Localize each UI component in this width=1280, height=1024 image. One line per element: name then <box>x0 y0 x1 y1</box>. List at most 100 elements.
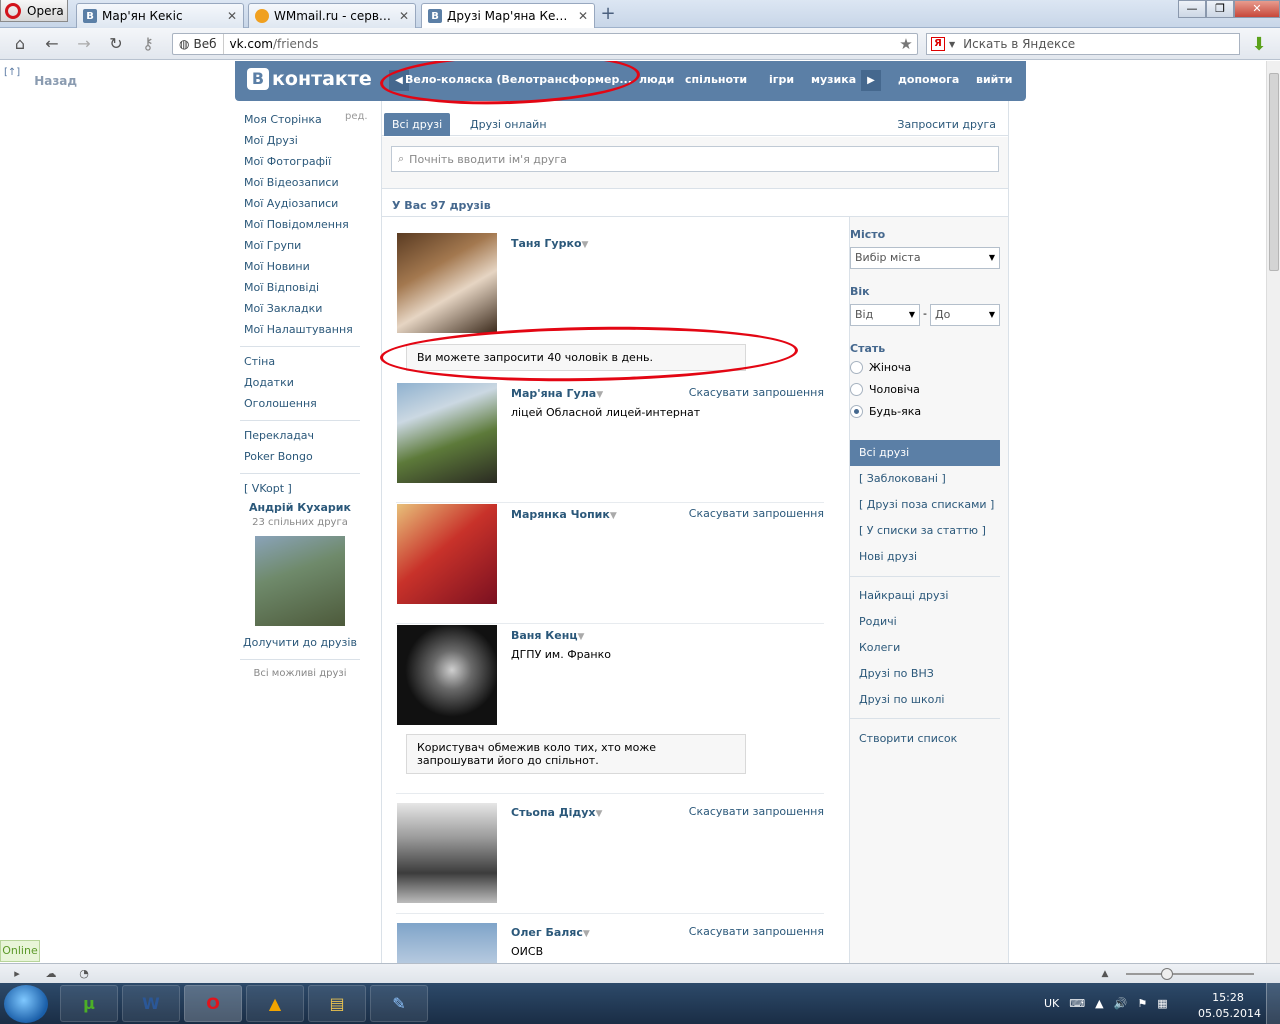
home-icon[interactable]: ⌂ <box>10 35 30 53</box>
friend-photo[interactable] <box>397 923 497 963</box>
opera-taskbar-icon[interactable]: O <box>184 985 242 1022</box>
menu-my-videos[interactable]: Мої Відеозаписи <box>244 172 374 193</box>
zoom-slider-knob[interactable] <box>1161 968 1173 980</box>
page-scrollbar[interactable] <box>1266 61 1280 963</box>
nav-communities[interactable]: спільноти <box>685 73 747 86</box>
back-link[interactable]: [↑] Назад <box>4 67 77 88</box>
all-suggestions-link[interactable]: Всі можливі друзі <box>240 659 360 679</box>
action-center-icon[interactable]: ⚑ <box>1137 997 1147 1010</box>
sex-male-radio[interactable]: Чоловіча <box>850 383 920 396</box>
menu-wall[interactable]: Стіна <box>244 351 374 372</box>
panel-toggle-icon[interactable]: ▸ <box>10 967 24 981</box>
dropdown-icon[interactable]: ▼ <box>578 632 585 642</box>
list-best-friends[interactable]: Найкращі друзі <box>850 583 1000 609</box>
tab-friends[interactable]: В Друзі Мар'яна Кекіса |... ✕ <box>421 3 595 28</box>
back-label[interactable]: Назад <box>34 74 77 88</box>
reload-icon[interactable]: ↻ <box>106 35 126 53</box>
menu-my-friends[interactable]: Мої Друзі <box>244 130 374 151</box>
tab-friends-online[interactable]: Друзі онлайн <box>462 113 555 136</box>
close-tab-icon[interactable]: ✕ <box>227 9 237 23</box>
cancel-invite-link[interactable]: Скасувати запрошення <box>689 805 824 818</box>
menu-my-settings[interactable]: Мої Налаштування <box>244 319 374 340</box>
age-from-select[interactable]: Від ▼ <box>850 304 920 326</box>
aimp-taskbar-icon[interactable]: ▲ <box>246 985 304 1022</box>
turbo-icon[interactable]: ◔ <box>77 967 91 981</box>
dropdown-icon[interactable]: ▼ <box>582 240 589 250</box>
friend-photo[interactable] <box>397 504 497 604</box>
close-tab-icon[interactable]: ✕ <box>399 9 409 23</box>
paint-taskbar-icon[interactable]: ✎ <box>370 985 428 1022</box>
nav-music[interactable]: музика <box>811 73 856 86</box>
friend-name-text[interactable]: Ваня Кенц <box>511 629 578 642</box>
cancel-invite-link[interactable]: Скасувати запрошення <box>689 386 824 399</box>
friend-name[interactable]: Мар'яна Гула▼ <box>511 387 603 400</box>
friend-name-text[interactable]: Таня Гурко <box>511 237 582 250</box>
nav-more-arrow-icon[interactable]: ▶ <box>861 70 881 91</box>
search-field[interactable]: Я ▼ Искать в Яндексе <box>926 33 1240 55</box>
show-desktop-button[interactable] <box>1266 983 1280 1024</box>
close-tab-icon[interactable]: ✕ <box>578 9 588 23</box>
list-by-sex[interactable]: [ У списки за статтю ] <box>850 518 1000 544</box>
list-blocked[interactable]: [ Заблоковані ] <box>850 466 1000 492</box>
friend-name-text[interactable]: Марянка Чопик <box>511 508 610 521</box>
city-select[interactable]: Вибір міста ▼ <box>850 247 1000 269</box>
key-icon[interactable]: ⚷ <box>138 35 158 53</box>
explorer-taskbar-icon[interactable]: ▤ <box>308 985 366 1022</box>
nav-logout[interactable]: вийти <box>976 73 1012 86</box>
friend-name-text[interactable]: Мар'яна Гула <box>511 387 596 400</box>
menu-ads[interactable]: Оголошення <box>244 393 374 414</box>
sex-female-radio[interactable]: Жіноча <box>850 361 911 374</box>
friend-search-input[interactable]: ⌕ Почніть вводити ім'я друга <box>391 146 999 172</box>
tab-marian-kekis[interactable]: В Мар'ян Кекіс ✕ <box>76 3 244 28</box>
tray-arrow-icon[interactable]: ▲ <box>1095 997 1103 1010</box>
maximize-icon[interactable]: ❐ <box>1206 0 1234 18</box>
nav-people[interactable]: люди <box>639 73 674 86</box>
menu-my-bookmarks[interactable]: Мої Закладки <box>244 298 374 319</box>
invite-friend-link[interactable]: Запросити друга <box>897 118 996 131</box>
list-all-friends[interactable]: Всі друзі <box>850 440 1000 466</box>
bookmark-star-icon[interactable]: ★ <box>895 35 917 53</box>
zoom-slider[interactable] <box>1126 973 1254 975</box>
friend-name-text[interactable]: Стьопа Дідух <box>511 806 596 819</box>
vk-logo[interactable]: В контакте <box>247 68 372 90</box>
menu-my-news[interactable]: Мої Новини <box>244 256 374 277</box>
nav-help[interactable]: допомога <box>898 73 959 86</box>
clock[interactable]: 15:28 05.05.2014 <box>1198 991 1261 1021</box>
suggested-friend-name[interactable]: Андрій Кухарик <box>240 501 360 514</box>
cancel-invite-link[interactable]: Скасувати запрошення <box>689 507 824 520</box>
site-info-badge[interactable]: ◍ Веб <box>173 34 224 54</box>
keyboard-icon[interactable]: ⌨ <box>1069 997 1085 1010</box>
menu-my-audio[interactable]: Мої Аудіозаписи <box>244 193 374 214</box>
network-icon[interactable]: ▦ <box>1157 997 1167 1010</box>
dropdown-icon[interactable]: ▼ <box>583 929 590 939</box>
nav-games[interactable]: ігри <box>769 73 794 86</box>
friend-name[interactable]: Олег Баляс▼ <box>511 926 590 939</box>
list-school-friends[interactable]: Друзі по школі <box>850 687 1000 713</box>
scrollbar-thumb[interactable] <box>1269 73 1279 271</box>
opera-menu-button[interactable]: Opera <box>0 0 68 22</box>
cancel-invite-link[interactable]: Скасувати запрошення <box>689 925 824 938</box>
create-list-link[interactable]: Створити список <box>850 726 1000 752</box>
menu-my-page[interactable]: Моя Сторінка <box>244 109 374 130</box>
minimize-icon[interactable]: — <box>1178 0 1206 18</box>
volume-icon[interactable]: 🔊 <box>1114 997 1128 1010</box>
menu-apps[interactable]: Додатки <box>244 372 374 393</box>
word-taskbar-icon[interactable]: W <box>122 985 180 1022</box>
list-unlisted[interactable]: [ Друзі поза списками ] <box>850 492 1000 518</box>
friend-name-text[interactable]: Олег Баляс <box>511 926 583 939</box>
menu-poker-bongo[interactable]: Poker Bongo <box>244 446 374 467</box>
dropdown-icon[interactable]: ▼ <box>596 390 603 400</box>
age-to-select[interactable]: До ▼ <box>930 304 1000 326</box>
friend-photo[interactable] <box>397 383 497 483</box>
menu-my-messages[interactable]: Мої Повідомлення <box>244 214 374 235</box>
now-playing-track[interactable]: Вело-коляска (Велотрансформер... <box>405 73 632 86</box>
back-icon[interactable]: ← <box>42 35 62 53</box>
menu-my-groups[interactable]: Мої Групи <box>244 235 374 256</box>
sex-any-radio[interactable]: Будь-яка <box>850 405 921 418</box>
friend-name[interactable]: Ваня Кенц▼ <box>511 629 584 642</box>
search-engine-dropdown-icon[interactable]: ▼ <box>949 40 955 49</box>
list-university-friends[interactable]: Друзі по ВНЗ <box>850 661 1000 687</box>
dropdown-icon[interactable]: ▼ <box>610 511 617 521</box>
tab-all-friends[interactable]: Всі друзі <box>384 113 451 136</box>
suggested-friend-photo[interactable] <box>255 536 345 626</box>
